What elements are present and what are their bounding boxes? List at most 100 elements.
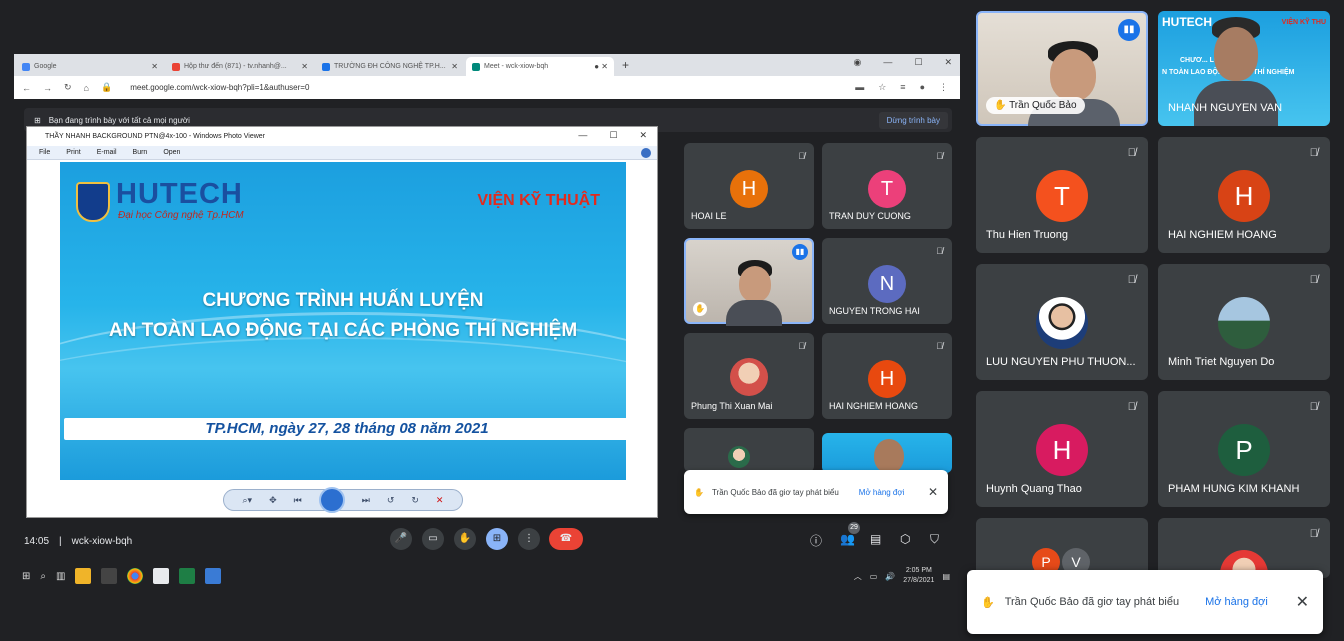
- chat-icon[interactable]: ▤: [870, 532, 881, 546]
- store-icon[interactable]: [101, 568, 118, 584]
- rotate-left-icon[interactable]: ↺: [387, 495, 395, 506]
- meeting-code: wck-xiow-bqh: [71, 535, 133, 547]
- avatar[interactable]: ●: [920, 82, 925, 93]
- participant-tile[interactable]: 🎙̸ Minh Triet Nguyen Do: [1158, 264, 1330, 380]
- participant-tile[interactable]: 🎙̸ P PHAM HUNG KIM KHANH: [1158, 391, 1330, 507]
- raise-hand-button[interactable]: ✋: [454, 528, 476, 550]
- mic-button[interactable]: 🎤: [390, 528, 412, 550]
- maximize-icon[interactable]: ☐: [914, 57, 922, 68]
- browser-tab-university[interactable]: TRƯỜNG ĐH CÔNG NGHỆ TP.H... ✕: [316, 57, 464, 76]
- participant-tile-video[interactable]: ▮▮ ✋ Trần Quốc Bảo: [976, 11, 1148, 126]
- minimize-icon[interactable]: —: [578, 130, 587, 141]
- info-icon[interactable]: ⓘ: [810, 532, 822, 549]
- close-tab-icon[interactable]: ✕: [451, 62, 458, 71]
- task-view-icon[interactable]: ▥: [56, 571, 65, 582]
- viewer-menu: File Print E-mail Burn Open: [27, 146, 657, 160]
- network-icon[interactable]: ▭: [870, 572, 878, 581]
- extensions-icon[interactable]: ≡: [900, 82, 905, 93]
- activities-icon[interactable]: ⬡: [900, 532, 910, 546]
- close-tab-icon[interactable]: ✕: [301, 62, 308, 71]
- menu-print[interactable]: Print: [66, 149, 80, 156]
- open-queue-link[interactable]: Mở hàng đợi: [1205, 596, 1268, 608]
- participant-tile[interactable]: 🎙̸ LUU NGUYEN PHU THUON...: [976, 264, 1148, 380]
- search-icon[interactable]: ⌕: [40, 571, 46, 582]
- participant-tile-video[interactable]: [822, 433, 952, 473]
- minimize-icon[interactable]: —: [883, 57, 892, 68]
- participant-tile[interactable]: 🎙̸ H HOAI LE: [684, 143, 814, 229]
- chrome-icon[interactable]: [127, 568, 144, 584]
- menu-file[interactable]: File: [39, 149, 50, 156]
- participant-tile-group[interactable]: P V: [976, 518, 1148, 578]
- open-queue-link[interactable]: Mở hàng đợi: [859, 488, 905, 497]
- participant-tile[interactable]: 🎙̸ Phung Thi Xuan Mai: [684, 333, 814, 419]
- close-tab-icon[interactable]: ✕: [151, 62, 158, 71]
- volume-icon[interactable]: 🔊: [885, 572, 895, 581]
- tray-arrow-icon[interactable]: ︿: [854, 571, 862, 582]
- excel-icon[interactable]: [179, 568, 196, 584]
- notification-center-icon[interactable]: ▤: [942, 572, 950, 581]
- url-field[interactable]: meet.google.com/wck-xiow-bqh?pli=1&authu…: [130, 83, 309, 92]
- forward-icon[interactable]: →: [43, 83, 52, 93]
- host-controls-icon[interactable]: ⛉: [930, 532, 939, 547]
- slideshow-button[interactable]: [318, 487, 345, 513]
- back-icon[interactable]: ←: [22, 83, 31, 93]
- participant-tile[interactable]: 🎙̸ T TRAN DUY CUONG: [822, 143, 952, 229]
- windows-start-icon[interactable]: ⊞: [22, 571, 30, 582]
- leave-call-button[interactable]: ☎: [549, 528, 583, 550]
- close-window-icon[interactable]: ✕: [944, 57, 952, 68]
- camera-button[interactable]: ▭: [422, 528, 444, 550]
- menu-icon[interactable]: ⋮: [939, 82, 948, 93]
- menu-open[interactable]: Open: [163, 149, 180, 156]
- browser-tab-meet[interactable]: Meet - wck-xiow-bqh ● ✕: [466, 57, 614, 76]
- participant-tile[interactable]: 🎙̸ H Huynh Quang Thao: [976, 391, 1148, 507]
- delete-icon[interactable]: ✕: [436, 495, 444, 506]
- menu-email[interactable]: E-mail: [97, 149, 117, 156]
- rotate-right-icon[interactable]: ↻: [411, 495, 419, 506]
- home-icon[interactable]: ⌂: [84, 83, 89, 93]
- video-person: [1050, 49, 1096, 101]
- participant-tile[interactable]: 🎙̸ N NGUYEN TRONG HAI: [822, 238, 952, 324]
- participant-tile[interactable]: 🎙̸ H HAI NGHIEM HOANG: [822, 333, 952, 419]
- star-icon[interactable]: ☆: [878, 82, 886, 93]
- zoom-icon[interactable]: ⌕▾: [243, 495, 253, 506]
- present-button[interactable]: ⊞: [486, 528, 508, 550]
- more-options-button[interactable]: ⋮: [518, 528, 540, 550]
- tray-clock[interactable]: 2:05 PM 27/8/2021: [903, 566, 934, 586]
- menu-burn[interactable]: Burn: [133, 149, 148, 156]
- address-bar: ← → ↻ ⌂ 🔒 meet.google.com/wck-xiow-bqh?p…: [14, 76, 960, 99]
- avatar: T: [1036, 170, 1088, 222]
- close-icon[interactable]: ✕: [928, 485, 938, 499]
- actual-size-icon[interactable]: ✥: [269, 495, 277, 506]
- separator: |: [59, 535, 62, 547]
- previous-icon[interactable]: ⏮: [294, 495, 302, 506]
- participant-tile[interactable]: [684, 428, 814, 472]
- mic-off-icon: 🎙̸: [1127, 401, 1136, 413]
- participant-tile-video[interactable]: ▮▮ ✋: [684, 238, 814, 326]
- camera-icon[interactable]: ▬: [855, 82, 864, 93]
- participant-tile[interactable]: 🎙̸: [1158, 518, 1330, 598]
- avatar: P: [1218, 424, 1270, 476]
- close-icon[interactable]: ✕: [1296, 592, 1309, 612]
- participant-tile[interactable]: 🎙̸ H HAI NGHIEM HOANG: [1158, 137, 1330, 253]
- maximize-icon[interactable]: ☐: [609, 130, 617, 141]
- people-icon[interactable]: 👥: [840, 532, 855, 546]
- file-explorer-icon[interactable]: [75, 568, 92, 584]
- close-icon[interactable]: ✕: [639, 130, 647, 141]
- close-tab-icon[interactable]: ● ✕: [594, 62, 608, 71]
- stop-presenting-button[interactable]: Dừng trình bày: [878, 111, 948, 129]
- profile-icon[interactable]: ◉: [854, 57, 862, 68]
- participant-tile-video[interactable]: HUTECH VIỆN KỸ THU CHƯƠ... LUYỆN N TOÀN …: [1158, 11, 1330, 126]
- participant-name: Thu Hien Truong: [986, 229, 1068, 241]
- reload-icon[interactable]: ↻: [64, 82, 72, 93]
- new-tab-button[interactable]: +: [622, 58, 629, 72]
- presenting-label: Bạn đang trình bày với tất cả mọi người: [48, 115, 190, 125]
- browser-tab-google[interactable]: Google ✕: [16, 57, 164, 76]
- help-icon[interactable]: [641, 148, 651, 158]
- photo-viewer-icon[interactable]: [205, 568, 222, 584]
- next-icon[interactable]: ⏭: [362, 495, 370, 506]
- participant-tile[interactable]: 🎙̸ T Thu Hien Truong: [976, 137, 1148, 253]
- hand-icon: ✋: [994, 100, 1010, 111]
- app-icon[interactable]: [153, 568, 170, 584]
- video-person: [874, 439, 904, 473]
- browser-tab-gmail[interactable]: Hộp thư đến (871) - tv.nhanh@... ✕: [166, 57, 314, 76]
